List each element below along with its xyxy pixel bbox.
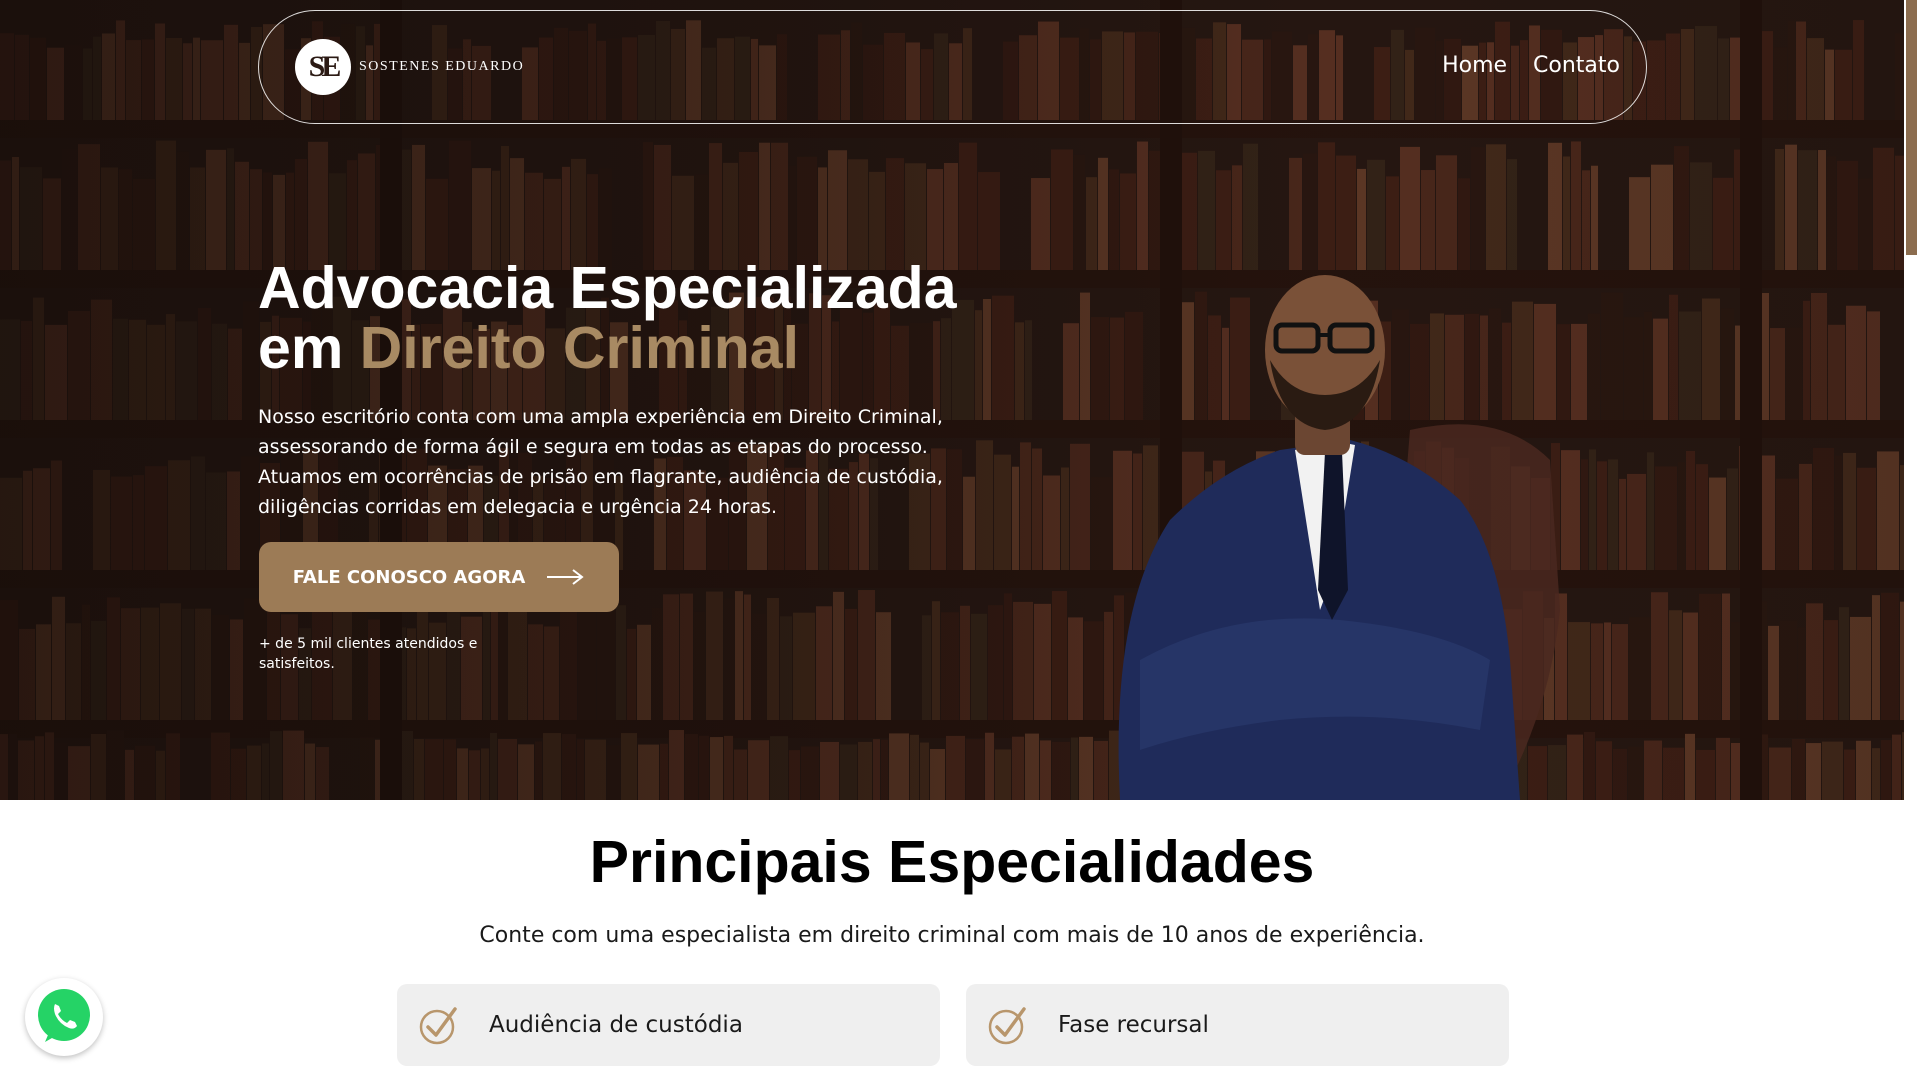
- clients-note: + de 5 mil clientes atendidos e satisfei…: [259, 636, 478, 672]
- specialties-cards: Audiência de custódia Fase recursal: [397, 984, 1509, 1066]
- check-circle-icon: [419, 1007, 457, 1045]
- hero-description: Nosso escritório conta com uma ampla exp…: [258, 406, 943, 518]
- nav-links: Home Contato: [1442, 53, 1620, 78]
- scrollbar-thumb[interactable]: [1906, 0, 1917, 255]
- nav-contact-link[interactable]: Contato: [1533, 53, 1620, 78]
- hero-title: Advocacia Especializada em Direito Crimi…: [258, 258, 1018, 378]
- specialties-subtitle: Conte com uma especialista em direito cr…: [479, 923, 1425, 948]
- hero-section: SE SOSTENES EDUARDO Home Contato Advocac…: [0, 0, 1904, 800]
- nav-home-link[interactable]: Home: [1442, 53, 1507, 78]
- top-navbar: SE SOSTENES EDUARDO Home Contato: [258, 10, 1647, 124]
- specialties-title: Principais Especialidades: [589, 829, 1315, 895]
- logo-mark-icon: SE: [295, 39, 351, 95]
- lawyer-portrait: [1118, 275, 1560, 800]
- specialty-label: Audiência de custódia: [489, 1012, 743, 1038]
- hero-title-accent: Direito Criminal: [359, 315, 799, 381]
- check-circle-icon: [988, 1007, 1026, 1045]
- specialty-card-appeal-phase[interactable]: Fase recursal: [966, 984, 1509, 1066]
- arrow-right-icon: [547, 569, 584, 585]
- brand-name: SOSTENES EDUARDO: [359, 59, 525, 74]
- contact-now-button[interactable]: FALE CONOSCO AGORA: [259, 542, 619, 612]
- hero-title-prefix: em: [258, 315, 360, 381]
- cta-label: FALE CONOSCO AGORA: [292, 566, 526, 588]
- hero-title-line1: Advocacia Especializada: [258, 255, 957, 321]
- whatsapp-button[interactable]: [25, 978, 103, 1056]
- brand-logo[interactable]: SE SOSTENES EDUARDO: [295, 39, 524, 95]
- specialty-card-custody-hearing[interactable]: Audiência de custódia: [397, 984, 940, 1066]
- whatsapp-icon: [38, 989, 90, 1042]
- specialty-label: Fase recursal: [1058, 1012, 1209, 1038]
